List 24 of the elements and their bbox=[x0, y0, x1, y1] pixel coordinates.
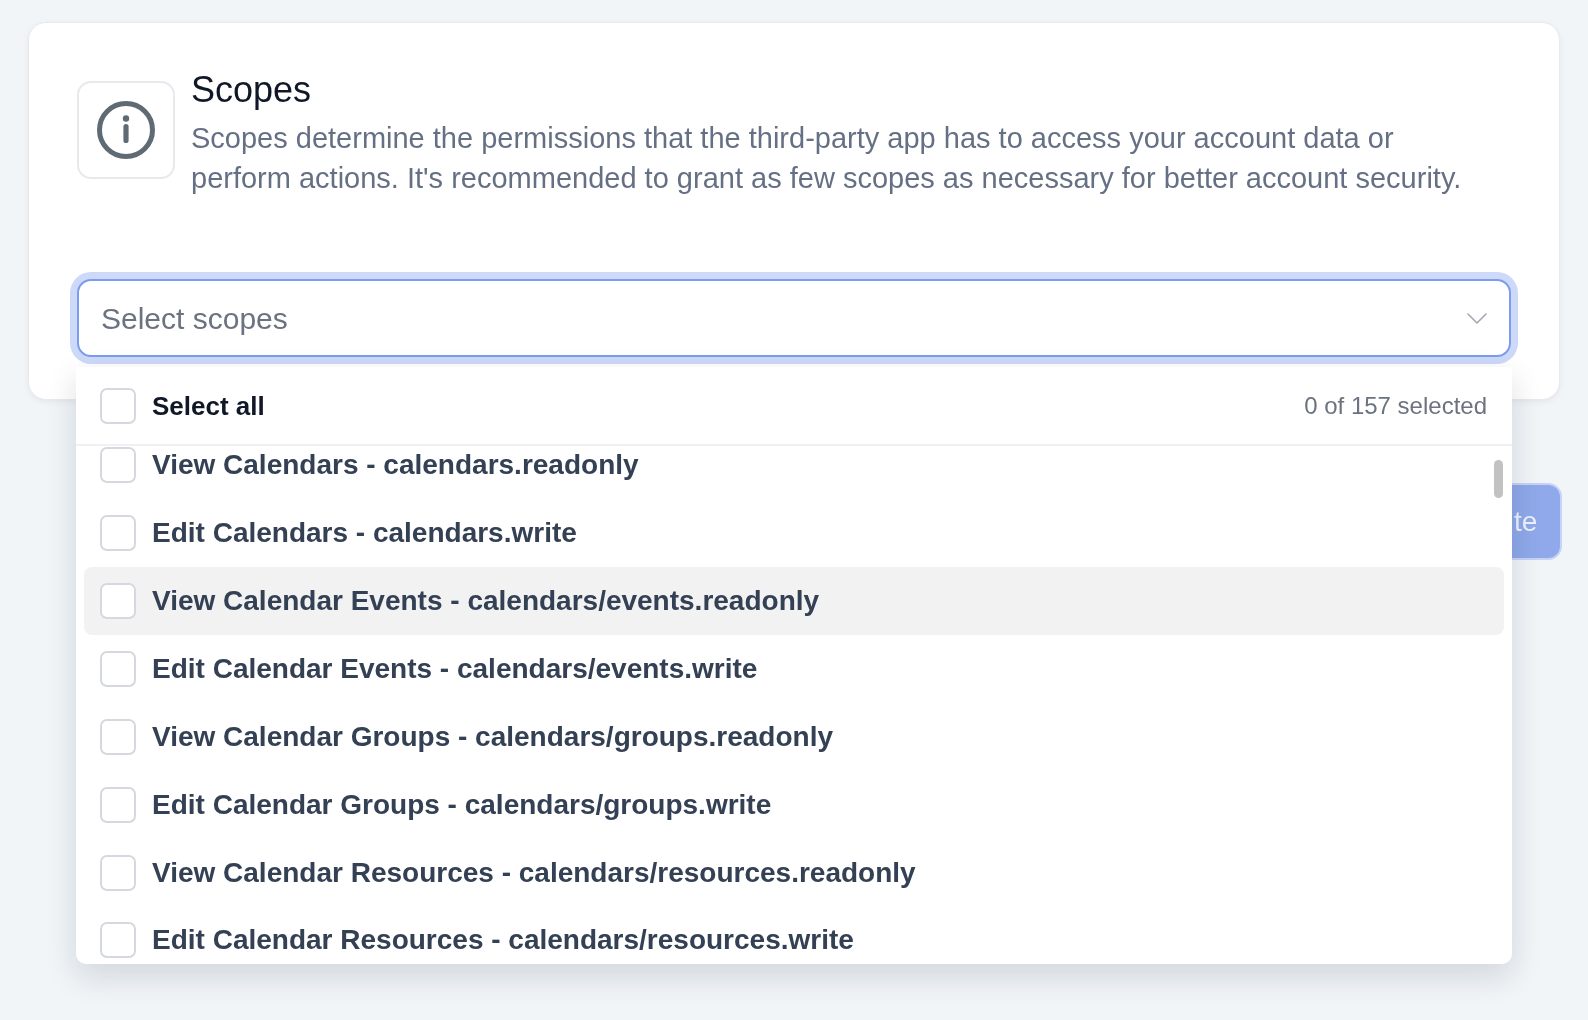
section-description: Scopes determine the permissions that the third-party app has to access your account data or perform actions. It's recommended to grant as few scopes as necessary for better account security. bbox=[191, 121, 1463, 196]
checkbox[interactable] bbox=[100, 922, 136, 958]
checkbox[interactable] bbox=[100, 855, 136, 891]
option-label: Edit Calendar Resources - calendars/resources.write bbox=[152, 923, 854, 957]
option-label: Edit Calendars - calendars.write bbox=[152, 516, 577, 550]
section-title: Scopes bbox=[191, 70, 313, 110]
checkbox[interactable] bbox=[100, 447, 136, 483]
checkbox[interactable] bbox=[100, 787, 136, 823]
checkbox[interactable] bbox=[100, 387, 136, 424]
option-label: Edit Calendar Events - calendars/events.write bbox=[152, 652, 758, 686]
option-label: View Calendar Events - calendars/events.readonly bbox=[152, 584, 820, 618]
scope-option[interactable]: View Calendar Events - calendars/events.readonly bbox=[84, 567, 1504, 635]
selection-count: 0 of 157 selected bbox=[1304, 390, 1487, 421]
checkbox[interactable] bbox=[100, 651, 136, 687]
info-icon bbox=[77, 81, 175, 179]
option-label: View Calendar Resources - calendars/resources.readonly bbox=[152, 856, 916, 890]
option-label: View Calendar Groups - calendars/groups.readonly bbox=[152, 720, 833, 754]
option-label: View Calendars - calendars.readonly bbox=[152, 448, 639, 482]
checkbox[interactable] bbox=[100, 583, 136, 619]
select-all-label[interactable]: Select all bbox=[152, 388, 265, 423]
checkbox[interactable] bbox=[100, 515, 136, 551]
scrollbar-thumb[interactable] bbox=[1494, 460, 1503, 498]
checkbox[interactable] bbox=[100, 719, 136, 755]
option-label: Edit Calendar Groups - calendars/groups.write bbox=[152, 788, 772, 822]
